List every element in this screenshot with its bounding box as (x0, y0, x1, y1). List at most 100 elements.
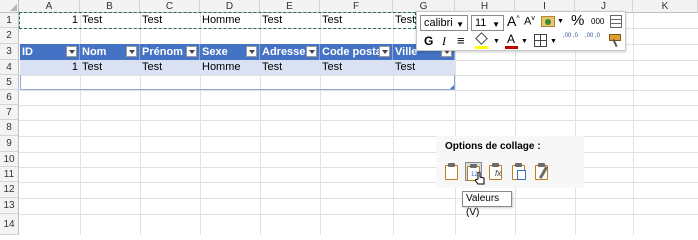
font-name-dropdown[interactable]: calibri ▼ (420, 15, 468, 31)
table-body-outline (20, 75, 455, 90)
accounting-format-button[interactable] (541, 16, 555, 27)
paste-options-title: Options de collage : (445, 141, 541, 152)
decrease-decimal-icon: ,00 ,0 (585, 33, 601, 39)
paste-transpose-button[interactable] (511, 162, 528, 181)
table-header-label: ID (22, 46, 33, 58)
table-line (611, 23, 621, 24)
table-resize-handle[interactable] (450, 85, 454, 89)
cell-b4[interactable]: Test (80, 60, 140, 75)
paste-options-panel: Options de collage : 123 fx (436, 136, 584, 188)
row-header-4[interactable]: 4 (0, 60, 19, 75)
row-header-7[interactable]: 7 (0, 105, 19, 120)
bold-button[interactable]: G (424, 34, 433, 48)
table-header-nom[interactable]: Nom (80, 44, 140, 60)
gridline (19, 167, 698, 168)
align-center-icon: ≡ (457, 33, 465, 48)
increase-font-size-button[interactable]: A^ (507, 13, 520, 29)
thousands-separator-icon: 000 (591, 17, 605, 26)
row-header-1[interactable]: 1 (0, 13, 19, 28)
increase-decimal-icon: ,00 ,0 (563, 33, 579, 39)
font-color-bar (505, 46, 518, 49)
font-color-chevron-icon[interactable]: ▼ (521, 38, 528, 45)
filter-dropdown-icon[interactable] (306, 46, 317, 57)
mini-toolbar: calibri ▼ 11 ▼ A^ Av ▼ % 000 G I ≡ ▼ A ▼ ▼… (416, 11, 626, 51)
borders-chevron-icon[interactable]: ▼ (550, 38, 557, 45)
row-header-13[interactable]: 13 (0, 198, 19, 214)
gridline (19, 214, 698, 215)
row-header-2[interactable]: 2 (0, 28, 19, 44)
table-header-label: Adresse (262, 46, 306, 58)
table-header-code-postal[interactable]: Code postal (320, 44, 393, 60)
fill-color-chevron-icon[interactable]: ▼ (493, 38, 500, 45)
table-header-adresse[interactable]: Adresse (260, 44, 320, 60)
bold-icon: G (424, 34, 434, 48)
table-header-label: Sexe (202, 46, 228, 58)
row-header-11[interactable]: 11 (0, 167, 19, 182)
italic-icon: I (442, 34, 446, 48)
clipboard-icon (445, 165, 458, 180)
row-header-9[interactable]: 9 (0, 136, 19, 152)
column-header-k[interactable]: K (633, 0, 698, 13)
cell-d4[interactable]: Homme (200, 60, 260, 75)
center-align-button[interactable]: ≡ (457, 33, 465, 48)
gridline (19, 198, 698, 199)
table-header-label: Ville (395, 46, 418, 58)
gridline (633, 13, 634, 235)
gridline (19, 105, 698, 106)
clipboard-clip (470, 164, 477, 168)
table-header-id[interactable]: ID (20, 44, 80, 60)
chevron-down-icon: ▼ (492, 20, 500, 29)
filter-dropdown-icon[interactable] (246, 46, 257, 57)
paste-formulas-button[interactable]: fx (488, 162, 505, 181)
percent-style-button[interactable]: % (571, 12, 584, 29)
cell-a4[interactable]: 1 (20, 60, 80, 75)
fx-icon: fx (495, 169, 502, 178)
paste-button[interactable] (444, 162, 461, 181)
table-header-prenom[interactable]: Prénom (140, 44, 200, 60)
cell-c4[interactable]: Test (140, 60, 200, 75)
cell-f4[interactable]: Test (320, 60, 393, 75)
gridline (19, 182, 698, 183)
cell-e4[interactable]: Test (260, 60, 320, 75)
copy-marquee (19, 12, 416, 29)
table-header-sexe[interactable]: Sexe (200, 44, 260, 60)
format-painter-table-icon[interactable] (610, 15, 622, 28)
row-header-10[interactable]: 10 (0, 152, 19, 167)
gridline (19, 136, 698, 137)
clipboard-clip (515, 163, 522, 167)
filter-dropdown-icon[interactable] (126, 46, 137, 57)
paste-formatting-button[interactable] (534, 162, 551, 181)
gridline (19, 152, 698, 153)
font-color-icon: A (507, 32, 516, 46)
increase-decimal-button[interactable]: ,00 ,0 (563, 33, 581, 40)
row-header-12[interactable]: 12 (0, 182, 19, 198)
gridline (19, 120, 698, 121)
italic-button[interactable]: I (442, 34, 446, 49)
font-color-button[interactable]: A (505, 32, 519, 49)
format-painter-button[interactable] (607, 33, 621, 48)
row-header-6[interactable]: 6 (0, 90, 19, 105)
font-size-dropdown[interactable]: 11 ▼ (471, 15, 504, 31)
money-icon (545, 19, 551, 25)
row-header-8[interactable]: 8 (0, 120, 19, 136)
transpose-sheet-icon (517, 170, 526, 180)
clipboard-clip (448, 163, 455, 167)
filter-dropdown-icon[interactable] (186, 46, 197, 57)
row-header-14[interactable]: 14 (0, 214, 19, 235)
filter-dropdown-icon[interactable] (379, 46, 390, 57)
font-size-value: 11 (475, 17, 487, 29)
row-header-3[interactable]: 3 (0, 44, 19, 60)
comma-style-button[interactable]: 000 (591, 17, 604, 26)
cell-g4[interactable]: Test (393, 60, 455, 75)
decrease-font-size-button[interactable]: Av (524, 15, 535, 28)
borders-button[interactable] (534, 34, 547, 47)
accounting-dropdown-chevron-icon[interactable]: ▼ (557, 18, 564, 25)
table-header-label: Nom (82, 46, 107, 58)
filter-dropdown-icon[interactable] (66, 46, 77, 57)
decrease-decimal-button[interactable]: ,00 ,0 (585, 33, 603, 40)
fill-color-button[interactable] (475, 32, 491, 49)
row-header-5[interactable]: 5 (0, 75, 19, 90)
table-header-label: Prénom (142, 46, 183, 58)
font-name-value: calibri (424, 17, 453, 29)
select-all-corner[interactable] (0, 0, 19, 13)
